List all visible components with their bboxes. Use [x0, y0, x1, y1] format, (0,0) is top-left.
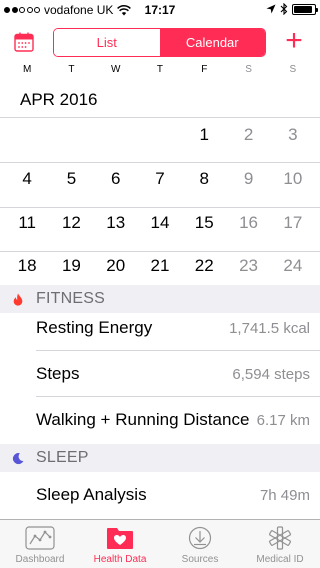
- calendar-divider: [0, 207, 320, 208]
- dashboard-icon: [25, 525, 55, 551]
- metric-number: 6.17: [256, 411, 286, 429]
- flame-icon: [12, 292, 24, 306]
- tab-bar: Dashboard Health Data Sources Medical ID: [0, 519, 320, 568]
- weekday-label: S: [245, 64, 252, 75]
- sources-icon: [185, 525, 215, 551]
- tab-dashboard[interactable]: Dashboard: [0, 520, 80, 568]
- weekday-label: M: [22, 64, 32, 75]
- health-data-icon: [105, 525, 135, 551]
- calendar-divider: [0, 251, 320, 252]
- metric-unit: steps: [274, 365, 310, 383]
- metric-number: 7h 49m: [259, 486, 310, 504]
- tab-health-data[interactable]: Health Data: [80, 520, 160, 568]
- metric-value: 1,741.5 kcal: [229, 320, 310, 337]
- metric-label: Steps: [36, 364, 80, 383]
- weekday-label: T: [156, 64, 164, 75]
- today-calendar-icon[interactable]: [14, 32, 34, 52]
- location-arrow-icon: [266, 4, 276, 14]
- metric-value: 6.17 km: [257, 412, 310, 429]
- tab-label: Sources: [181, 554, 219, 565]
- metric-row-walking-running-distance[interactable]: Walking + Running Distance 6.17 km: [0, 397, 320, 443]
- weekday-label: S: [289, 64, 297, 75]
- view-segmented-control: List Calendar: [53, 28, 266, 57]
- tab-sources[interactable]: Sources: [160, 520, 240, 568]
- status-right: [266, 3, 318, 15]
- metric-row-steps[interactable]: Steps 6,594 steps: [0, 351, 320, 397]
- weekday-header: M T W T F S S: [0, 64, 320, 80]
- tab-label: Medical ID: [256, 554, 304, 565]
- medical-id-icon: [265, 525, 295, 551]
- metric-number: 6,594: [232, 365, 270, 383]
- metric-row-resting-energy[interactable]: Resting Energy 1,741.5 kcal: [0, 305, 320, 351]
- metric-value: 7h 49m: [260, 487, 310, 504]
- sleep-section-header: SLEEP: [0, 444, 320, 472]
- battery-icon: [292, 3, 318, 15]
- segment-calendar[interactable]: Calendar: [159, 29, 265, 56]
- metric-value: 6,594 steps: [232, 366, 310, 383]
- metric-unit: km: [290, 411, 310, 429]
- tab-label: Health Data: [93, 554, 147, 565]
- metric-number: 1,741.5: [229, 319, 280, 337]
- metric-unit: kcal: [283, 319, 310, 337]
- metric-label: Sleep Analysis: [36, 485, 147, 504]
- weekday-label: T: [68, 64, 75, 75]
- moon-icon: [12, 451, 24, 465]
- calendar-divider: [0, 162, 320, 163]
- bluetooth-icon: [280, 3, 288, 15]
- metric-label: Walking + Running Distance: [36, 410, 250, 429]
- metric-row-sleep-analysis[interactable]: Sleep Analysis 7h 49m: [0, 472, 320, 518]
- add-button[interactable]: +: [280, 26, 308, 56]
- tab-label: Dashboard: [15, 554, 65, 565]
- navigation-bar: List Calendar +: [0, 20, 320, 64]
- weekday-label: W: [110, 64, 121, 75]
- calendar-divider: [0, 117, 320, 118]
- weekday-label: F: [201, 64, 208, 75]
- tab-medical-id[interactable]: Medical ID: [240, 520, 320, 568]
- section-title: SLEEP: [36, 449, 89, 466]
- status-bar: vodafone UK 17:17: [0, 0, 320, 20]
- battery-fill: [294, 5, 312, 13]
- segment-list[interactable]: List: [54, 29, 160, 56]
- metric-label: Resting Energy: [36, 318, 153, 337]
- month-title: APR 2016: [20, 90, 98, 109]
